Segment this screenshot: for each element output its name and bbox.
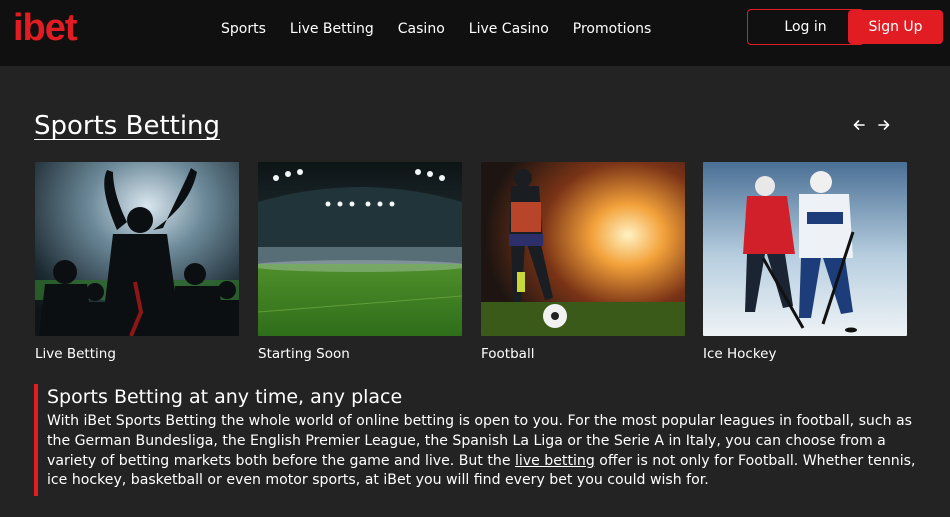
nav-live-betting[interactable]: Live Betting <box>290 21 374 37</box>
arrow-right-icon[interactable] <box>876 116 892 134</box>
card-starting-soon[interactable]: Starting Soon <box>258 162 462 362</box>
ibet-logo[interactable]: ibet <box>13 7 78 50</box>
sports-betting-info: Sports Betting at any time, any place Wi… <box>34 384 924 496</box>
section-title[interactable]: Sports Betting <box>34 111 220 141</box>
card-label[interactable]: Starting Soon <box>258 346 462 362</box>
stadium-fans-image[interactable] <box>35 162 239 336</box>
card-label[interactable]: Ice Hockey <box>703 346 907 362</box>
live-betting-link[interactable]: live betting <box>515 453 595 469</box>
nav-sports[interactable]: Sports <box>221 21 266 37</box>
card-football[interactable]: Football <box>481 162 685 362</box>
card-label[interactable]: Live Betting <box>35 346 239 362</box>
info-heading: Sports Betting at any time, any place <box>47 386 403 408</box>
card-live-betting[interactable]: Live Betting <box>35 162 239 362</box>
signup-button[interactable]: Sign Up <box>848 10 943 44</box>
nav-casino[interactable]: Casino <box>398 21 445 37</box>
nav-promotions[interactable]: Promotions <box>573 21 652 37</box>
nav-live-casino[interactable]: Live Casino <box>469 21 549 37</box>
top-header: ibet Sports Live Betting Casino Live Cas… <box>0 0 950 66</box>
card-ice-hockey[interactable]: Ice Hockey <box>703 162 907 362</box>
login-button[interactable]: Log in <box>747 9 864 45</box>
ice-hockey-image[interactable] <box>703 162 907 336</box>
footballer-image[interactable] <box>481 162 685 336</box>
arrow-left-icon[interactable] <box>851 116 867 134</box>
card-label[interactable]: Football <box>481 346 685 362</box>
main-nav: Sports Live Betting Casino Live Casino P… <box>221 21 675 37</box>
stadium-pitch-image[interactable] <box>258 162 462 336</box>
info-text: With iBet Sports Betting the whole world… <box>47 412 919 491</box>
